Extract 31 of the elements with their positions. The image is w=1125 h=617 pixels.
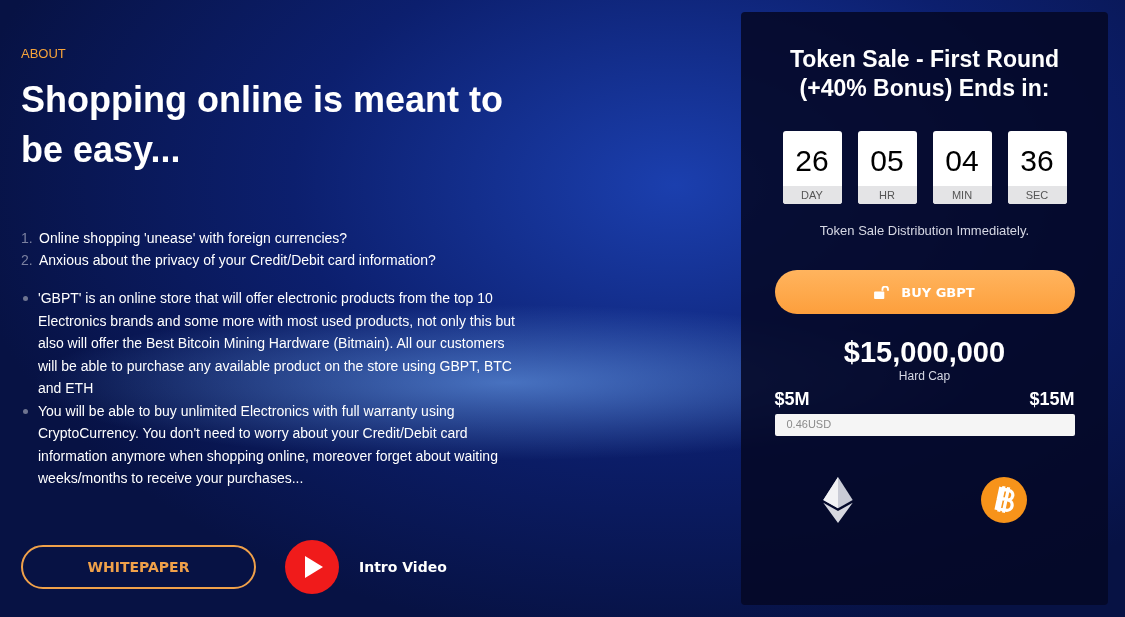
countdown-value: 36 [1019, 142, 1055, 179]
question-text: Online shopping 'unease' with foreign currencies? [39, 229, 348, 248]
hard-cap-label: Hard Cap [898, 369, 951, 383]
list-number: 1. [21, 229, 33, 248]
countdown-unit: HR [857, 186, 917, 204]
countdown-value: 05 [869, 142, 905, 179]
list-number: 2. [21, 251, 33, 270]
ethereum-icon [822, 477, 853, 523]
bullet-icon [23, 408, 28, 414]
min-amount: $5M [774, 389, 810, 410]
intro-video-link[interactable]: Intro Video [359, 558, 447, 575]
unlock-icon [874, 285, 890, 299]
play-icon[interactable] [285, 539, 339, 594]
countdown-value: 04 [944, 142, 980, 179]
countdown-unit: SEC [1007, 186, 1067, 204]
token-sale-title: Token Sale - First Round (+40% Bonus) Ends in: [789, 45, 1060, 103]
hard-cap-amount: $15,000,000 [843, 336, 1006, 369]
bitcoin-icon [980, 477, 1027, 523]
paragraph: You will be able to buy unlimited Electronics with full warranty using CryptoCurrency. You don't need to worry about your Credit/Debit card information anymore when shopping online, moreover forget about waiting weeks/months to receive your purchases... [38, 401, 499, 488]
section-heading: Shopping online is meant to be easy... [21, 78, 504, 172]
section-label: ABOUT [21, 46, 67, 61]
bullet-icon [23, 296, 28, 301]
countdown-unit: DAY [782, 186, 842, 204]
paragraph: 'GBPT' is an online store that will offer electronic products from the top 10 Electronics brands and some more with most used products, not only this but also will offer the Best Bitcoin Mining Hardware (Bitmain). All our customers will be able to purchase any available product on the store using GBPT, BTC and ETH [38, 289, 516, 398]
progress-label: 0.46USD [786, 418, 832, 430]
countdown-value: 26 [794, 142, 830, 179]
distribution-note: Token Sale Distribution Immediately. [819, 223, 1030, 238]
whitepaper-button[interactable]: WHITEPAPER [21, 544, 256, 589]
max-amount: $15M [1029, 389, 1075, 410]
countdown-unit: MIN [932, 186, 992, 204]
question-text: Anxious about the privacy of your Credit/Debit card information? [39, 251, 436, 270]
